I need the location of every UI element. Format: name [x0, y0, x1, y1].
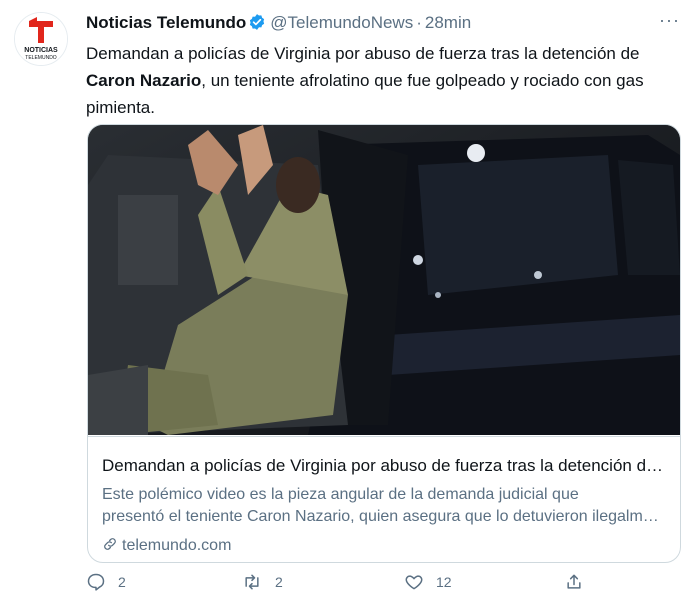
- reply-button[interactable]: 2: [86, 572, 126, 592]
- reply-count: 2: [118, 574, 126, 590]
- card-body[interactable]: Demandan a policías de Virginia por abus…: [88, 436, 680, 562]
- tweet-text-part1: Demandan a policías de Virginia por abus…: [86, 44, 640, 63]
- card-title[interactable]: Demandan a policías de Virginia por abus…: [102, 455, 666, 477]
- retweet-button[interactable]: 2: [241, 572, 283, 592]
- display-name[interactable]: Noticias Telemundo: [86, 13, 246, 32]
- card-description-line2: presentó el teniente Caron Nazario, quie…: [102, 508, 666, 525]
- retweet-count: 2: [275, 574, 283, 590]
- like-button[interactable]: 12: [404, 572, 452, 592]
- tweet-text-bold: Caron Nazario: [86, 71, 202, 90]
- separator-dot: ·: [416, 13, 422, 32]
- link-icon: [104, 538, 116, 550]
- tweet-header: Noticias Telemundo @TelemundoNews · 28min: [86, 11, 680, 35]
- card-domain-text: telemundo.com: [122, 537, 232, 554]
- more-options-icon[interactable]: ···: [659, 10, 680, 31]
- tweet-actions: 2 2 12: [86, 572, 606, 596]
- telemundo-logo-icon: NOTICIAS TELEMUNDO: [15, 13, 67, 65]
- card-description-line1: Este polémico video es la pieza angular …: [102, 486, 579, 503]
- reply-icon: [87, 573, 105, 591]
- handle[interactable]: @TelemundoNews: [270, 13, 413, 32]
- verified-badge-icon: [248, 13, 266, 38]
- card-domain[interactable]: telemundo.com: [102, 535, 231, 557]
- share-icon: [567, 574, 581, 589]
- retweet-icon: [245, 574, 259, 590]
- share-button[interactable]: [564, 572, 596, 592]
- heart-icon: [405, 575, 423, 590]
- avatar-line2: TELEMUNDO: [25, 55, 57, 61]
- like-count: 12: [436, 574, 452, 590]
- avatar-line1: NOTICIAS: [24, 47, 58, 54]
- photo-icon: [88, 125, 680, 435]
- card-description: Este polémico video es la pieza angular …: [102, 484, 666, 528]
- tweet-text: Demandan a policías de Virginia por abus…: [86, 40, 686, 121]
- avatar[interactable]: NOTICIAS TELEMUNDO: [14, 12, 68, 66]
- link-card[interactable]: Demandan a policías de Virginia por abus…: [87, 124, 681, 563]
- card-image[interactable]: [88, 125, 680, 435]
- timestamp[interactable]: 28min: [425, 13, 471, 32]
